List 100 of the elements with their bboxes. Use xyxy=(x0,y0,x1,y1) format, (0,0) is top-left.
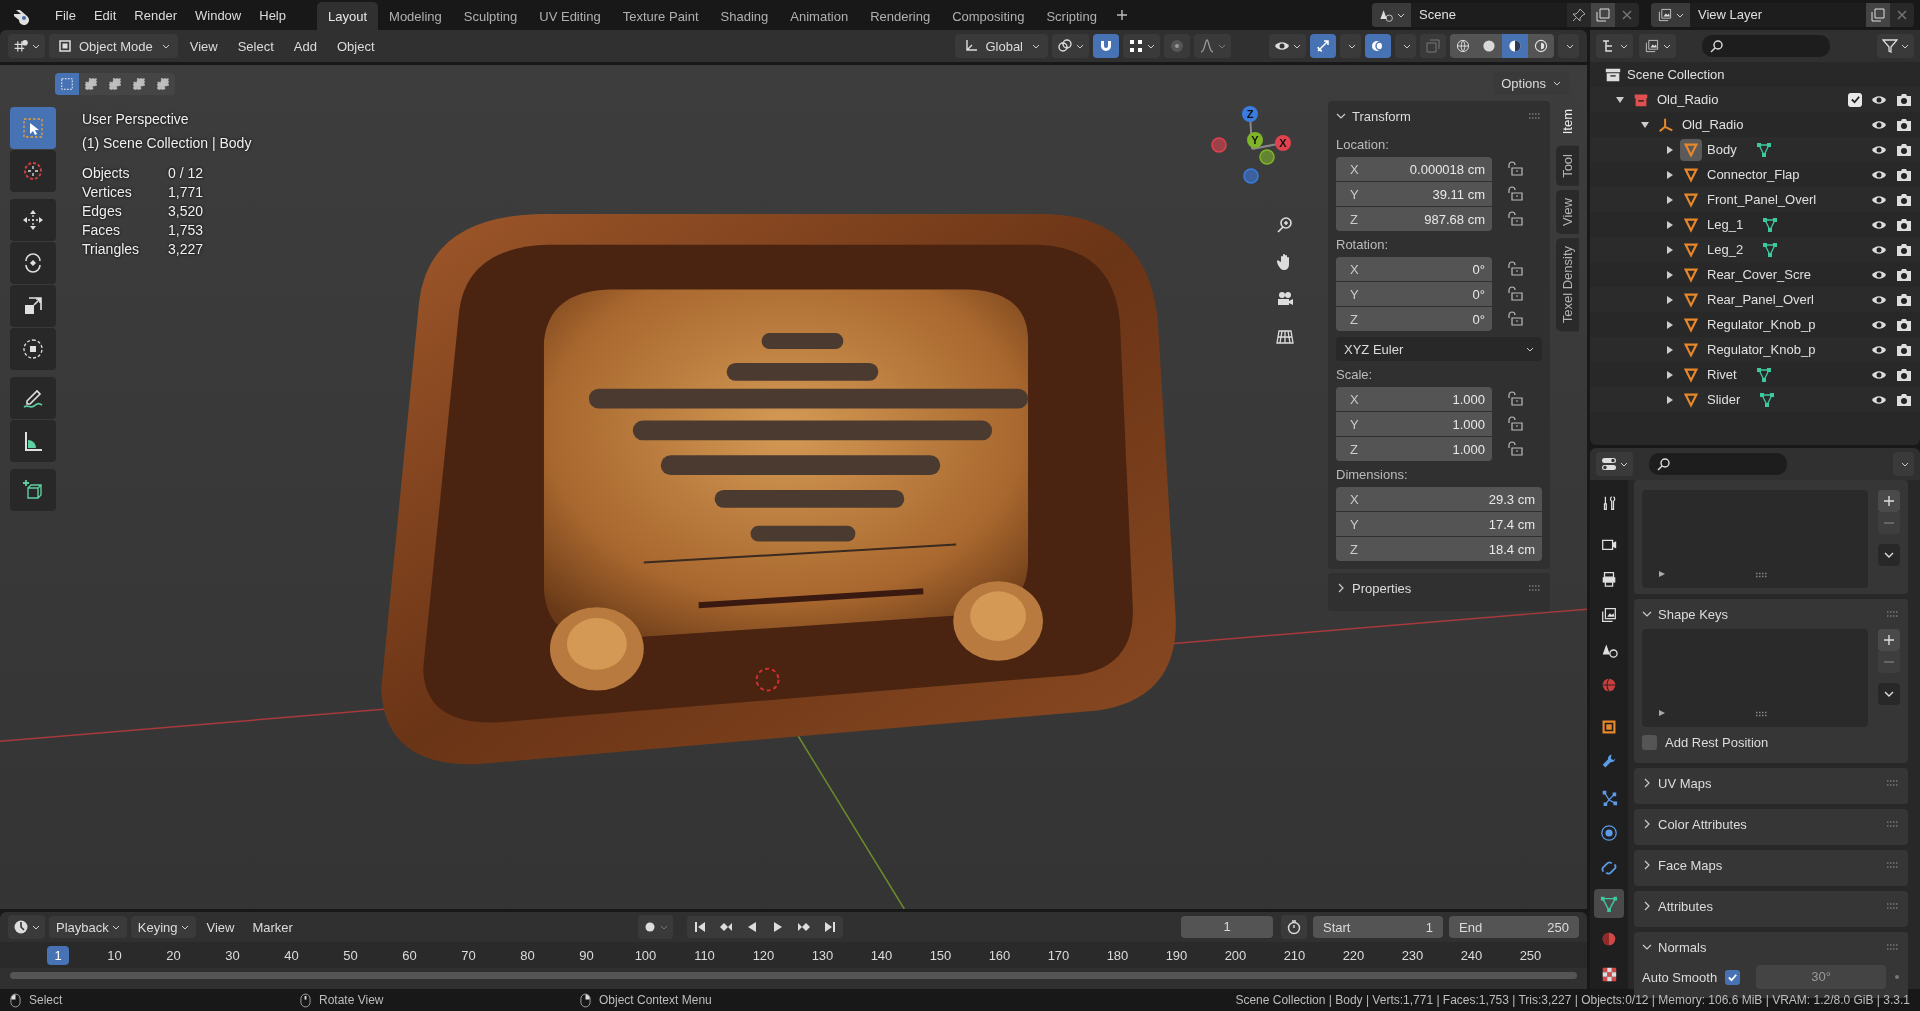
mode-dropdown[interactable]: Object Mode xyxy=(49,34,178,58)
panel-title[interactable]: UV Maps xyxy=(1658,775,1712,791)
menu-item[interactable]: Select xyxy=(229,34,282,58)
tree-item[interactable]: Slider xyxy=(1707,392,1741,407)
checkbox-label[interactable]: Add Rest Position xyxy=(1665,734,1769,750)
workspace-tab[interactable]: Shading xyxy=(709,2,780,30)
frame-number: 200 xyxy=(1223,946,1248,965)
playhead-frame-label[interactable]: 1 xyxy=(47,945,69,965)
frame-number: 210 xyxy=(1282,946,1307,965)
orientation-dropdown[interactable]: Global xyxy=(955,34,1048,58)
end-frame-field[interactable]: End 250 xyxy=(1449,916,1579,938)
tree-item[interactable]: Scene Collection xyxy=(1627,67,1725,82)
menu-item[interactable]: Help xyxy=(250,3,295,27)
stat-label: Edges xyxy=(82,203,123,219)
current-frame-field[interactable]: 1 xyxy=(1181,916,1273,938)
workspace-tab[interactable]: Sculpting xyxy=(452,2,529,30)
tree-item[interactable]: Old_Radio xyxy=(1682,117,1744,132)
menu-item[interactable]: Add xyxy=(285,34,325,58)
number-field[interactable]: Y 0° xyxy=(1336,282,1492,306)
workspace-tab[interactable]: Compositing xyxy=(941,2,1036,30)
number-field[interactable]: X 0.000018 cm xyxy=(1336,157,1492,181)
panel-title[interactable]: Shape Keys xyxy=(1658,606,1729,622)
menu-item[interactable]: Keying xyxy=(130,916,196,938)
view-layer-name-field[interactable]: View Layer xyxy=(1690,3,1866,27)
number-field[interactable]: Z 0° xyxy=(1336,307,1492,331)
tree-item[interactable]: Rivet xyxy=(1707,367,1737,382)
menu-item[interactable]: Edit xyxy=(84,3,126,27)
tree-item[interactable]: Leg_2 xyxy=(1707,242,1744,257)
sidebar-tab[interactable]: Texel Density xyxy=(1556,238,1579,332)
axis-handle[interactable]: Z xyxy=(1242,106,1258,122)
menu-item[interactable]: Marker xyxy=(245,916,300,938)
frame-number: 30 xyxy=(224,946,241,965)
frame-number: 140 xyxy=(869,946,894,965)
workspace-tab[interactable]: Texture Paint xyxy=(611,2,710,30)
start-frame-field[interactable]: Start 1 xyxy=(1313,916,1443,938)
workspace-tab[interactable]: Modeling xyxy=(378,2,453,30)
frame-number: 190 xyxy=(1164,946,1189,965)
workspace-tab[interactable]: Scripting xyxy=(1035,2,1108,30)
workspace-tab[interactable]: Animation xyxy=(779,2,860,30)
panel-title[interactable]: Face Maps xyxy=(1658,857,1723,873)
number-field[interactable]: Y 39.11 cm xyxy=(1336,182,1492,206)
stat-value: 1,753 xyxy=(168,222,205,238)
stat-label: Vertices xyxy=(82,184,133,200)
tree-item[interactable]: Front_Panel_Overl xyxy=(1707,192,1817,207)
sidebar-tab[interactable]: View xyxy=(1556,190,1579,235)
workspace-tab[interactable]: UV Editing xyxy=(528,2,612,30)
workspace-tab[interactable]: Layout xyxy=(317,2,379,30)
number-field[interactable]: Y 1.000 xyxy=(1336,412,1492,436)
menu-item[interactable]: Render xyxy=(125,3,186,27)
menu-item[interactable]: Playback xyxy=(49,916,127,938)
frame-number: 70 xyxy=(460,946,477,965)
panel-title[interactable]: Attributes xyxy=(1658,898,1713,914)
frame-number: 20 xyxy=(165,946,182,965)
panel-title[interactable]: Transform xyxy=(1352,108,1411,124)
panel-title[interactable]: Properties xyxy=(1352,580,1412,596)
panel-title[interactable]: Normals xyxy=(1658,939,1707,955)
group-label: Dimensions: xyxy=(1336,466,1409,484)
group-label: Scale: xyxy=(1336,366,1374,384)
number-field[interactable]: X 1.000 xyxy=(1336,387,1492,411)
menu-item[interactable]: Object xyxy=(328,34,383,58)
options-dropdown[interactable]: Options xyxy=(1493,71,1569,95)
scene-name-field[interactable]: Scene xyxy=(1411,3,1567,27)
axis-handle[interactable]: Y xyxy=(1247,132,1263,148)
number-field[interactable]: Z 987.68 cm xyxy=(1336,207,1492,231)
tree-item[interactable]: Leg_1 xyxy=(1707,217,1744,232)
number-field[interactable]: Y 17.4 cm xyxy=(1336,512,1542,536)
tree-item[interactable]: Rear_Cover_Scre xyxy=(1707,267,1812,282)
stat-label: Faces xyxy=(82,222,122,238)
angle-field[interactable]: 30° xyxy=(1756,965,1886,989)
panel-title[interactable]: Color Attributes xyxy=(1658,816,1747,832)
viewport-info-text: User Perspective xyxy=(82,110,190,129)
sidebar-tab[interactable]: Tool xyxy=(1556,146,1579,187)
number-field[interactable]: X 0° xyxy=(1336,257,1492,281)
menu-item[interactable]: Window xyxy=(186,3,251,27)
frame-number: 10 xyxy=(106,946,123,965)
frame-number: 160 xyxy=(987,946,1012,965)
menu-item[interactable]: File xyxy=(46,3,85,27)
tree-item[interactable]: Regulator_Knob_p xyxy=(1707,342,1816,357)
status-hint: Select xyxy=(29,993,63,1007)
group-label: Rotation: xyxy=(1336,236,1390,254)
frame-number: 50 xyxy=(342,946,359,965)
workspace-tab[interactable]: Rendering xyxy=(859,2,942,30)
number-field[interactable]: X 29.3 cm xyxy=(1336,487,1542,511)
tree-item[interactable]: Regulator_Knob_p xyxy=(1707,317,1816,332)
axis-handle[interactable]: X xyxy=(1275,135,1291,151)
menu-item[interactable]: View xyxy=(199,916,242,938)
checkbox-label: Auto Smooth xyxy=(1642,969,1718,985)
tree-item[interactable]: Old_Radio xyxy=(1657,92,1719,107)
frame-number: 220 xyxy=(1341,946,1366,965)
viewport-info-text: (1) Scene Collection | Body xyxy=(82,134,252,153)
tree-item[interactable]: Body xyxy=(1707,142,1737,157)
status-info: Scene Collection | Body | Verts:1,771 | Faces:1,753 | Tris:3,227 | Objects:0/12 | Memory: 106.6 MiB | VRAM: 1.2/8.0 GiB | 3.3.1 xyxy=(1235,993,1910,1007)
tree-item[interactable]: Connector_Flap xyxy=(1707,167,1800,182)
status-hint: Object Context Menu xyxy=(599,993,712,1007)
frame-number: 150 xyxy=(928,946,953,965)
rotation-mode-dropdown[interactable]: XYZ Euler xyxy=(1336,337,1542,361)
number-field[interactable]: Z 1.000 xyxy=(1336,437,1492,461)
menu-item[interactable]: View xyxy=(181,34,226,58)
number-field[interactable]: Z 18.4 cm xyxy=(1336,537,1542,561)
tree-item[interactable]: Rear_Panel_Overl xyxy=(1707,292,1814,307)
